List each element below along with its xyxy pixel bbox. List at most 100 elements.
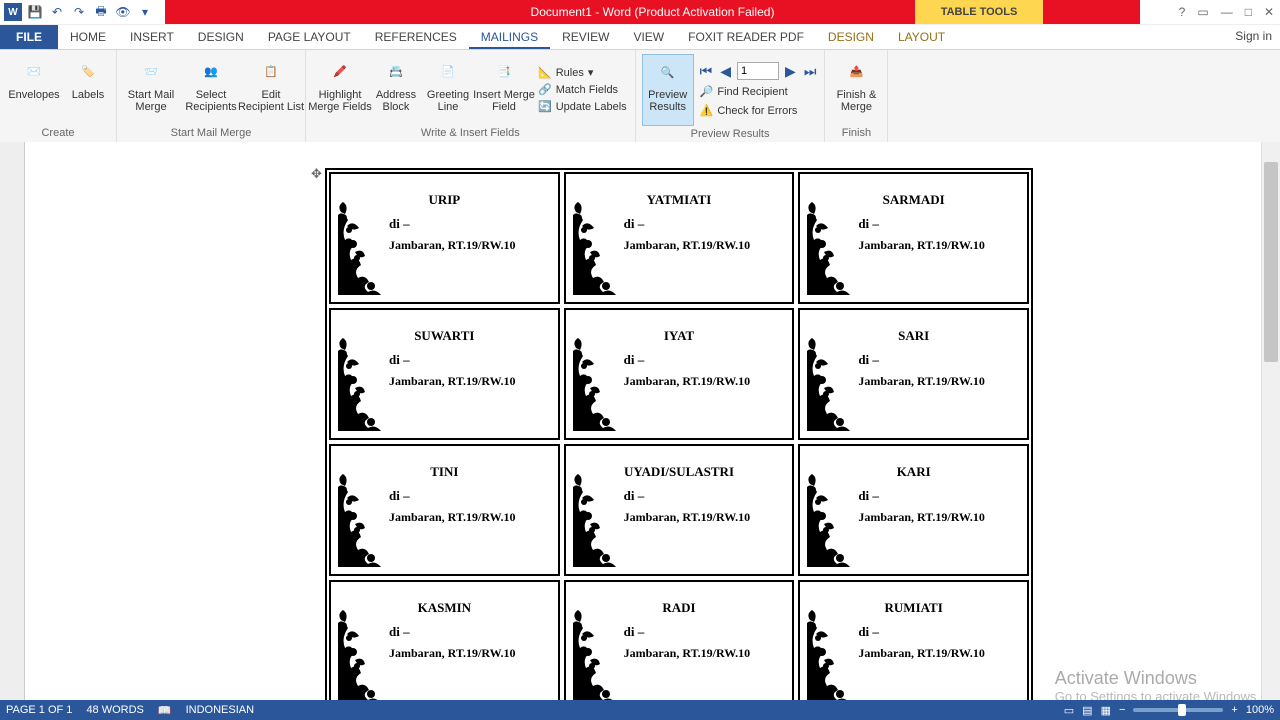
rules-button[interactable]: 📐Rules▾ — [536, 65, 629, 80]
floral-ornament-icon — [802, 608, 852, 700]
card-name: SARMADI — [800, 192, 1027, 208]
envelopes-button[interactable]: ✉️ Envelopes — [6, 55, 62, 125]
help-icon[interactable]: ? — [1179, 5, 1186, 19]
zoom-in-icon[interactable]: + — [1231, 704, 1237, 716]
close-icon[interactable]: ✕ — [1264, 5, 1274, 19]
next-record-icon[interactable]: ▶ — [783, 63, 798, 80]
last-record-icon[interactable]: ⏭ — [802, 63, 819, 80]
update-labels-button[interactable]: 🔄Update Labels — [536, 99, 629, 114]
label-cell[interactable]: SUWARTI di – Jambaran, RT.19/RW.10 — [329, 308, 560, 440]
label-cell[interactable]: SARI di – Jambaran, RT.19/RW.10 — [798, 308, 1029, 440]
tab-references[interactable]: REFERENCES — [363, 26, 469, 49]
floral-ornament-icon — [333, 608, 383, 700]
tab-insert[interactable]: INSERT — [118, 26, 186, 49]
label-cell[interactable]: RADI di – Jambaran, RT.19/RW.10 — [564, 580, 795, 700]
group-finish: 📤 Finish & Merge Finish — [825, 50, 888, 142]
check-label: Check for Errors — [717, 105, 797, 117]
select-recipients-button[interactable]: 👥 Select Recipients — [183, 55, 239, 125]
label-cell[interactable]: SARMADI di – Jambaran, RT.19/RW.10 — [798, 172, 1029, 304]
tab-page-layout[interactable]: PAGE LAYOUT — [256, 26, 363, 49]
edit-list-icon: 📋 — [255, 57, 287, 87]
edit-recipient-list-button[interactable]: 📋 Edit Recipient List — [243, 55, 299, 125]
labels-button[interactable]: 🏷️ Labels — [66, 55, 110, 125]
zoom-level[interactable]: 100% — [1246, 704, 1274, 716]
document-area: ✥ URIP di – Jambaran, RT.19/RW.10 YATMIA… — [0, 142, 1280, 700]
card-di: di – — [389, 624, 410, 640]
page-view[interactable]: ✥ URIP di – Jambaran, RT.19/RW.10 YATMIA… — [49, 158, 1280, 700]
address-block-button[interactable]: 📇 Address Block — [372, 55, 420, 125]
zoom-slider[interactable] — [1133, 708, 1223, 712]
match-label: Match Fields — [556, 84, 618, 96]
insert-merge-field-button[interactable]: 📑 Insert Merge Field — [476, 55, 532, 125]
finish-label: Finish & Merge — [837, 89, 877, 113]
label-cell[interactable]: UYADI/SULASTRI di – Jambaran, RT.19/RW.1… — [564, 444, 795, 576]
save-icon[interactable]: 💾 — [26, 3, 44, 21]
maximize-icon[interactable]: □ — [1245, 5, 1252, 19]
preview-icon[interactable]: 👁 — [114, 3, 132, 21]
envelopes-label: Envelopes — [8, 89, 59, 101]
status-language[interactable]: INDONESIAN — [186, 704, 254, 716]
tab-table-layout[interactable]: LAYOUT — [886, 26, 957, 49]
undo-icon[interactable]: ↶ — [48, 3, 66, 21]
label-cell[interactable]: TINI di – Jambaran, RT.19/RW.10 — [329, 444, 560, 576]
label-cell[interactable]: IYAT di – Jambaran, RT.19/RW.10 — [564, 308, 795, 440]
label-cell[interactable]: KARI di – Jambaran, RT.19/RW.10 — [798, 444, 1029, 576]
match-fields-button[interactable]: 🔗Match Fields — [536, 82, 629, 97]
sign-in-link[interactable]: Sign in — [1235, 29, 1272, 43]
tab-mailings[interactable]: MAILINGS — [469, 26, 550, 49]
recipients-icon: 👥 — [195, 57, 227, 87]
label-cell[interactable]: RUMIATI di – Jambaran, RT.19/RW.10 — [798, 580, 1029, 700]
redo-icon[interactable]: ↷ — [70, 3, 88, 21]
tab-view[interactable]: VIEW — [621, 26, 676, 49]
start-mail-merge-label: Start Mail Merge — [128, 89, 174, 113]
start-mail-merge-button[interactable]: 📨 Start Mail Merge — [123, 55, 179, 125]
card-name: KARI — [800, 464, 1027, 480]
minimize-icon[interactable]: — — [1221, 5, 1233, 19]
greeting-line-button[interactable]: 📄 Greeting Line — [424, 55, 472, 125]
label-cell[interactable]: URIP di – Jambaran, RT.19/RW.10 — [329, 172, 560, 304]
vertical-ruler[interactable] — [0, 142, 25, 700]
status-words[interactable]: 48 WORDS — [86, 704, 143, 716]
check-errors-button[interactable]: ⚠️Check for Errors — [698, 103, 819, 118]
finish-merge-button[interactable]: 📤 Finish & Merge — [831, 55, 881, 125]
zoom-out-icon[interactable]: − — [1119, 704, 1125, 716]
scrollbar-thumb[interactable] — [1264, 162, 1278, 362]
card-di: di – — [858, 352, 879, 368]
preview-results-button[interactable]: 🔍 Preview Results — [642, 54, 694, 126]
tab-foxit[interactable]: FOXIT READER PDF — [676, 26, 816, 49]
proofing-icon[interactable]: 📖 — [158, 704, 172, 717]
web-layout-icon[interactable]: ▦ — [1101, 704, 1111, 717]
rules-icon: 📐 — [538, 66, 552, 79]
print-icon[interactable]: 🖶 — [92, 3, 110, 21]
status-bar: PAGE 1 OF 1 48 WORDS 📖 INDONESIAN ▭ ▤ ▦ … — [0, 700, 1280, 720]
read-mode-icon[interactable]: ▭ — [1064, 704, 1074, 717]
update-label: Update Labels — [556, 101, 627, 113]
table-anchor-icon[interactable]: ✥ — [311, 166, 322, 182]
table-tools-tab-header: TABLE TOOLS — [915, 0, 1043, 24]
highlight-merge-fields-button[interactable]: 🖍️ Highlight Merge Fields — [312, 55, 368, 125]
first-record-icon[interactable]: ⏮ — [698, 63, 715, 80]
vertical-scrollbar[interactable] — [1261, 142, 1280, 700]
insert-field-icon: 📑 — [488, 57, 520, 87]
tab-table-design[interactable]: DESIGN — [816, 26, 886, 49]
label-cell[interactable]: KASMIN di – Jambaran, RT.19/RW.10 — [329, 580, 560, 700]
tab-review[interactable]: REVIEW — [550, 26, 621, 49]
tab-design[interactable]: DESIGN — [186, 26, 256, 49]
label-table[interactable]: URIP di – Jambaran, RT.19/RW.10 YATMIATI… — [325, 168, 1033, 700]
card-address: Jambaran, RT.19/RW.10 — [389, 374, 516, 389]
qat-dropdown-icon[interactable]: ▾ — [136, 3, 154, 21]
card-address: Jambaran, RT.19/RW.10 — [389, 646, 516, 661]
tab-file[interactable]: FILE — [0, 25, 58, 49]
label-cell[interactable]: YATMIATI di – Jambaran, RT.19/RW.10 — [564, 172, 795, 304]
group-preview-label: Preview Results — [691, 126, 770, 143]
ribbon-options-icon[interactable]: ▭ — [1197, 5, 1208, 19]
prev-record-icon[interactable]: ◀ — [718, 63, 733, 80]
status-page[interactable]: PAGE 1 OF 1 — [6, 704, 72, 716]
print-layout-icon[interactable]: ▤ — [1082, 704, 1092, 717]
tab-home[interactable]: HOME — [58, 26, 118, 49]
record-number-input[interactable] — [737, 62, 779, 80]
title-bar: W 💾 ↶ ↷ 🖶 👁 ▾ Document1 - Word (Product … — [0, 0, 1280, 25]
card-di: di – — [389, 488, 410, 504]
card-name: URIP — [331, 192, 558, 208]
find-recipient-button[interactable]: 🔎Find Recipient — [698, 84, 819, 99]
